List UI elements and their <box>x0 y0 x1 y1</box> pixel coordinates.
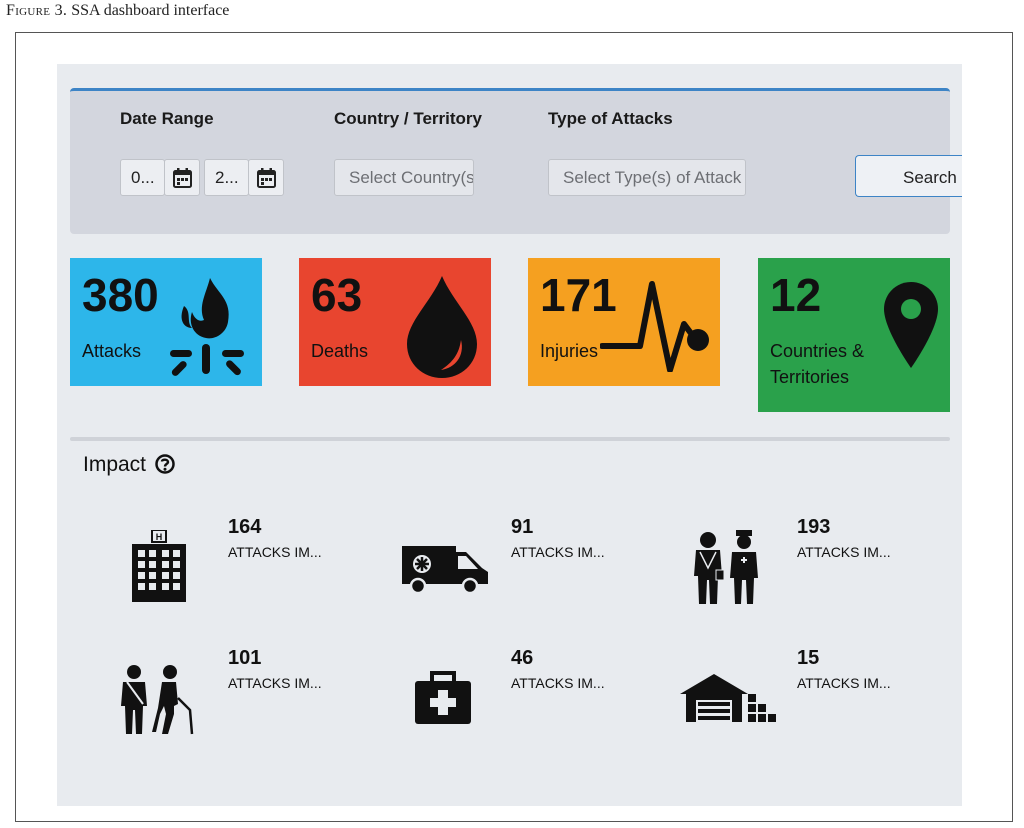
country-label: Country / Territory <box>334 109 482 128</box>
impact-label: ATTACKS IM... <box>797 675 891 691</box>
search-button[interactable]: Search <box>855 155 962 197</box>
blood-drop-icon <box>407 276 477 378</box>
first-aid-kit-icon <box>415 671 471 724</box>
stat-label: Injuries <box>540 341 599 361</box>
date-to-input[interactable]: 2... <box>204 159 249 196</box>
fire-icon <box>170 278 244 376</box>
stat-label-line2: Territories <box>770 367 850 387</box>
impact-value: 101 <box>228 647 262 669</box>
date-from-value: 0... <box>131 168 155 187</box>
impact-value: 193 <box>797 516 831 538</box>
svg-text:H: H <box>156 532 163 542</box>
impact-label: ATTACKS IM... <box>797 544 891 560</box>
stat-card-attacks: 380 Attacks <box>70 258 262 386</box>
date-from-input[interactable]: 0... <box>120 159 165 196</box>
attack-type-select[interactable]: Select Type(s) of Attack <box>548 159 746 196</box>
impact-label: ATTACKS IM... <box>511 544 605 560</box>
health-workers-icon <box>694 530 758 604</box>
impact-label: ATTACKS IM... <box>228 675 322 691</box>
stat-value: 380 <box>82 269 159 321</box>
stat-card-countries: 12 Countries & Territories <box>758 258 950 412</box>
section-divider <box>70 437 950 441</box>
stat-label: Attacks <box>82 341 142 361</box>
impact-value: 15 <box>797 647 820 669</box>
search-button-label: Search <box>903 168 957 187</box>
date-to-calendar-button[interactable] <box>248 159 284 196</box>
attack-type-label: Type of Attacks <box>548 109 673 128</box>
stat-label: Deaths <box>311 341 369 361</box>
figure-caption: Figure 3. SSA dashboard interface <box>6 2 229 20</box>
impact-value: 91 <box>511 516 534 538</box>
calendar-icon <box>173 168 192 188</box>
figure-number: Figure 3. <box>6 2 68 19</box>
date-range-label: Date Range <box>120 109 214 128</box>
warehouse-icon <box>680 674 776 722</box>
hospital-icon: H <box>132 530 186 602</box>
stat-label: Countries & Territories <box>770 338 864 390</box>
stat-card-deaths: 63 Deaths <box>299 258 491 386</box>
heartbeat-icon <box>600 281 709 372</box>
impact-title-text: Impact <box>83 453 147 476</box>
impact-value: 164 <box>228 516 262 538</box>
impact-label: ATTACKS IM... <box>228 544 322 560</box>
date-to-value: 2... <box>215 168 239 187</box>
stat-label-line1: Countries & <box>770 341 865 361</box>
patients-icon <box>121 665 194 735</box>
figure-caption-text: SSA dashboard interface <box>71 2 230 19</box>
ambulance-icon <box>402 546 488 594</box>
stat-value: 63 <box>311 269 363 321</box>
country-select[interactable]: Select Country(s) <box>334 159 474 196</box>
impact-value: 46 <box>511 647 534 669</box>
impact-heading: Impact <box>83 453 175 477</box>
date-from-calendar-button[interactable] <box>164 159 200 196</box>
calendar-icon <box>257 168 276 188</box>
stat-card-injuries: 171 Injuries <box>528 258 720 386</box>
help-icon[interactable] <box>155 454 175 474</box>
map-pin-icon <box>884 282 938 368</box>
impact-label: ATTACKS IM... <box>511 675 605 691</box>
stat-value: 12 <box>770 269 822 321</box>
